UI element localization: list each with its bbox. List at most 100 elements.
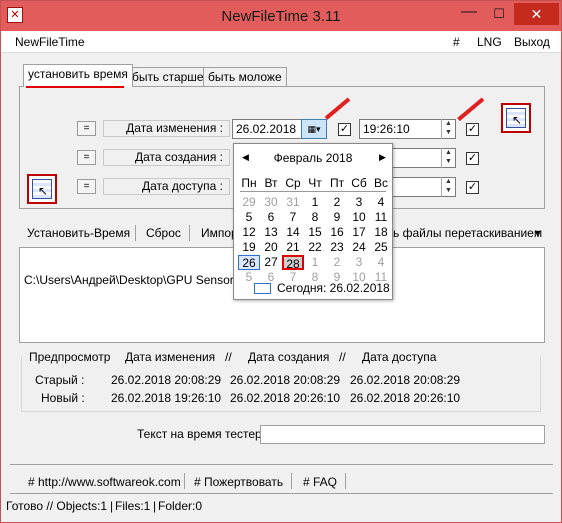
website-link[interactable]: # http://www.softwareok.com	[28, 475, 181, 489]
calendar-day[interactable]: 17	[348, 225, 370, 240]
tester-input[interactable]	[260, 425, 545, 444]
col-access: Дата доступа	[362, 350, 437, 364]
calendar-day[interactable]: 9	[326, 210, 348, 225]
modified-time-checkbox[interactable]: ✓	[466, 123, 479, 136]
calendar-day[interactable]: 21	[282, 240, 304, 255]
reset-button[interactable]: Сброс	[146, 226, 181, 240]
calendar-day[interactable]: 13	[260, 225, 282, 240]
tester-label: Текст на время тестер	[137, 427, 262, 441]
calendar-day[interactable]: 2	[326, 255, 348, 270]
menu-exit[interactable]: Выход	[514, 35, 550, 49]
calendar-day[interactable]: 18	[370, 225, 392, 240]
minimize-button[interactable]: —	[454, 3, 484, 25]
maximize-button[interactable]: ☐	[484, 3, 514, 25]
tab-highlight-underline	[26, 86, 124, 88]
dropdown-icon[interactable]: ▼	[533, 228, 542, 238]
weekday-label: Сб	[351, 176, 367, 190]
calendar-day[interactable]: 8	[304, 210, 326, 225]
drag-files-option[interactable]: ь файлы перетаскиванием	[393, 226, 542, 240]
calendar-day[interactable]: 23	[326, 240, 348, 255]
calendar-day[interactable]: 6	[260, 210, 282, 225]
app-window: ✕ NewFileTime 3.11 — ☐ ✕ NewFileTime # L…	[0, 0, 562, 523]
weekday-label: Вт	[264, 176, 278, 190]
today-marker-icon	[254, 283, 271, 294]
created-time-spinner[interactable]: ▲ ▼	[441, 148, 455, 168]
tab-set-time[interactable]: установить время	[23, 64, 133, 87]
calendar-day[interactable]: 19	[238, 240, 260, 255]
calendar-day[interactable]: 25	[370, 240, 392, 255]
calendar-day[interactable]: 7	[282, 210, 304, 225]
tab-older[interactable]: быть старше	[127, 67, 209, 87]
preview-section: Предпросмотр Дата изменения // Дата созд…	[19, 349, 545, 412]
calendar-dropdown-button[interactable]: ▦▾	[301, 119, 327, 139]
calendar-day[interactable]: 2	[326, 195, 348, 210]
calendar-day[interactable]: 1	[304, 195, 326, 210]
calendar-day[interactable]: 15	[304, 225, 326, 240]
pointer-icon: ↖	[38, 184, 49, 198]
calendar-day[interactable]: 5	[238, 210, 260, 225]
status-folder: Folder:0	[158, 499, 203, 513]
calendar-day[interactable]: 30	[260, 195, 282, 210]
set-time-button[interactable]: Установить-Время	[27, 226, 130, 240]
calendar-day[interactable]: 27	[260, 255, 282, 270]
spin-down-icon: ▼	[445, 187, 452, 194]
menu-bar: NewFileTime # LNG Выход	[1, 31, 561, 53]
tab-younger[interactable]: быть моложе	[203, 67, 287, 87]
weekday-label: Ср	[285, 176, 301, 190]
calendar-day[interactable]: 29	[238, 195, 260, 210]
old-modified: 26.02.2018 20:08:29	[111, 373, 222, 387]
status-files: Files:1	[115, 499, 151, 513]
donate-link[interactable]: # Пожертвовать	[194, 475, 283, 489]
close-button[interactable]: ✕	[514, 3, 559, 25]
col-created: Дата создания	[248, 350, 330, 364]
col-separator: //	[339, 350, 346, 364]
calendar-month-title[interactable]: Февраль 2018	[234, 151, 392, 165]
divider	[10, 464, 553, 465]
calendar-day[interactable]: 3	[348, 195, 370, 210]
old-created: 26.02.2018 20:08:29	[230, 373, 341, 387]
calendar-day[interactable]: 3	[348, 255, 370, 270]
date-picker-popup: ◀ Февраль 2018 ▶ Пн Вт Ср Чт Пт Сб Вс 29 30 31 1 2…	[233, 143, 393, 300]
created-time-checkbox[interactable]: ✓	[466, 152, 479, 165]
calendar-day[interactable]: 10	[348, 210, 370, 225]
access-time-spinner[interactable]: ▲ ▼	[441, 177, 455, 197]
equal-button-created[interactable]: =	[77, 150, 96, 165]
access-time-checkbox[interactable]: ✓	[466, 181, 479, 194]
menu-lng[interactable]: LNG	[477, 35, 502, 49]
apply-icon[interactable]: ↖	[27, 174, 57, 204]
calendar-day[interactable]: 14	[282, 225, 304, 240]
menu-newfiletime[interactable]: NewFileTime	[15, 35, 85, 49]
spin-up-icon: ▲	[445, 178, 452, 185]
calendar-day[interactable]: 4	[370, 255, 392, 270]
col-separator: //	[225, 350, 232, 364]
menu-hash[interactable]: #	[453, 35, 460, 49]
calendar-day[interactable]: 24	[348, 240, 370, 255]
label-access: Дата доступа :	[103, 178, 230, 195]
equal-button-access[interactable]: =	[77, 179, 96, 194]
spin-down-icon: ▼	[445, 158, 452, 165]
calendar-day[interactable]: 31	[282, 195, 304, 210]
calendar-day[interactable]: 1	[304, 255, 326, 270]
calendar-day[interactable]: 26	[238, 255, 260, 270]
equal-button-modified[interactable]: =	[77, 121, 96, 136]
modified-date-checkbox[interactable]: ✓	[338, 123, 351, 136]
apply-all-icon[interactable]: ↖	[501, 103, 531, 133]
modified-time-spinner[interactable]: ▲ ▼	[441, 119, 455, 139]
calendar-day[interactable]: 12	[238, 225, 260, 240]
calendar-day[interactable]: 4	[370, 195, 392, 210]
calendar-day[interactable]: 28	[282, 255, 304, 271]
calendar-day[interactable]: 22	[304, 240, 326, 255]
calendar-today[interactable]: Сегодня: 26.02.2018	[277, 281, 390, 295]
faq-link[interactable]: # FAQ	[303, 475, 337, 489]
col-modified: Дата изменения	[125, 350, 216, 364]
label-created: Дата создания :	[103, 149, 230, 166]
calendar-day[interactable]: 20	[260, 240, 282, 255]
next-month-icon[interactable]: ▶	[379, 152, 386, 163]
calendar-day[interactable]: 16	[326, 225, 348, 240]
list-item[interactable]: C:\Users\Андрей\Desktop\GPU Sensor.txt	[24, 273, 249, 287]
weekday-label: Пт	[329, 176, 345, 190]
weekday-label: Пн	[241, 176, 257, 190]
calendar-day[interactable]: 11	[370, 210, 392, 225]
weekday-label: Чт	[308, 176, 322, 190]
title-bar: ✕ NewFileTime 3.11 — ☐ ✕	[1, 1, 561, 31]
